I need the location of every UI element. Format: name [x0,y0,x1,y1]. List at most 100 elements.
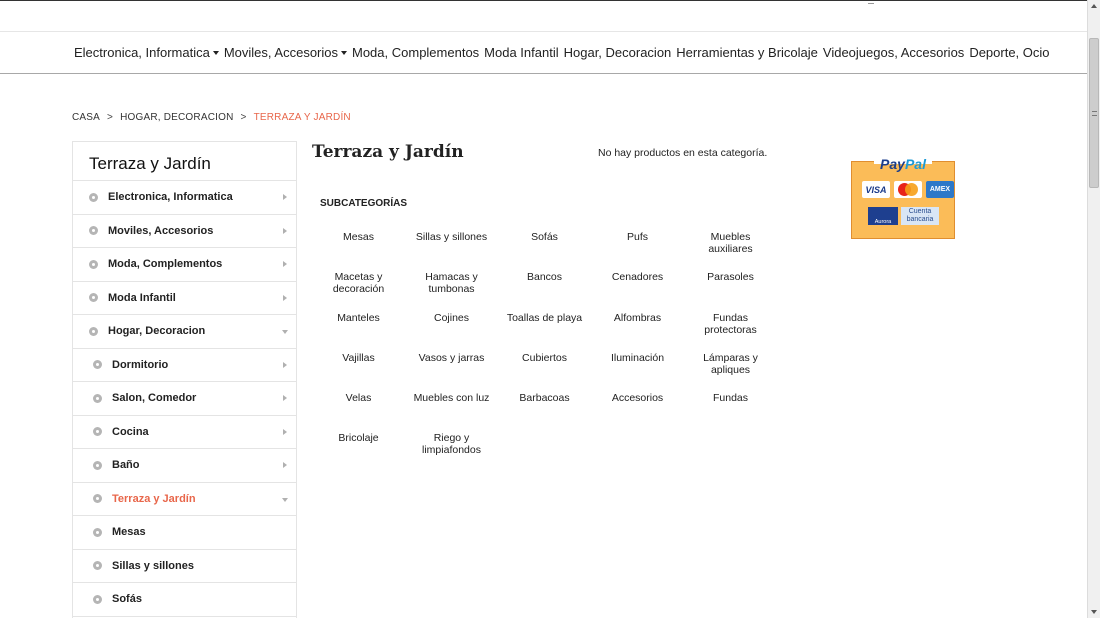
breadcrumb-parent[interactable]: HOGAR, DECORACION [120,112,233,123]
sidebar-item[interactable]: Sillas y sillones [73,550,296,583]
subcategory-link[interactable]: Sofás [498,231,591,271]
chevron-right-icon[interactable] [283,227,287,234]
subcategory-link[interactable]: Iluminación [591,352,684,392]
sidebar-item-label: Mesas [112,526,146,539]
breadcrumb: CASA > HOGAR, DECORACION > TERRAZA Y JAR… [72,112,351,123]
subcategory-link[interactable]: Manteles [312,312,405,352]
subcategory-link[interactable]: Mesas [312,231,405,271]
paypal-logo-pal: Pal [904,156,926,172]
subcategory-link[interactable]: Muebles auxiliares [684,231,777,271]
gear-icon [89,192,98,202]
subcategory-link[interactable]: Cojines [405,312,498,352]
subcategory-link[interactable]: Lámparas y apliques [684,352,777,392]
subcategory-link[interactable]: Pufs [591,231,684,271]
sidebar-list: Electronica, Informatica Moviles, Accesor… [73,181,296,617]
subcategory-link[interactable]: Barbacoas [498,392,591,432]
caret-down-icon [341,50,347,55]
subcategory-link[interactable]: Parasoles [684,271,777,311]
gear-icon [89,293,98,303]
breadcrumb-current: TERRAZA Y JARDÍN [253,112,351,123]
chevron-right-icon[interactable] [283,361,287,368]
scroll-down-icon[interactable] [1091,610,1097,614]
sidebar-item-label: Cocina [112,425,149,438]
sidebar-item[interactable]: Electronica, Informatica [73,181,296,215]
sidebar-item-label: Moda Infantil [108,291,176,304]
subcategory-link[interactable]: Bancos [498,271,591,311]
main-nav: Electronica, Informatica Moviles, Accesor… [0,32,1087,74]
empty-message: No hay productos en esta categoría. [598,147,768,159]
subcategory-link[interactable]: Riego y limpiafondos [405,432,498,472]
chevron-right-icon[interactable] [283,395,287,402]
subcategory-link[interactable]: Toallas de playa [498,312,591,352]
subcategory-link[interactable]: Cenadores [591,271,684,311]
top-strip-mark [868,1,874,4]
scroll-grip-icon [1092,111,1097,116]
subcategory-link[interactable]: Velas [312,392,405,432]
subcategory-link[interactable]: Vasos y jarras [405,352,498,392]
chevron-down-icon[interactable] [282,497,288,502]
subcategory-link[interactable]: Bricolaje [312,432,405,472]
sidebar-item[interactable]: Hogar, Decoracion [73,315,296,349]
subcategory-link[interactable]: Alfombras [591,312,684,352]
gear-icon [93,594,102,604]
sidebar-item[interactable]: Terraza y Jardín [73,483,296,516]
nav-item[interactable]: Videojuegos, Accesorios [823,45,964,60]
mastercard-icon [894,181,922,198]
subcategory-link[interactable]: Sillas y sillones [405,231,498,271]
sidebar-item[interactable]: Dormitorio [73,349,296,382]
gear-icon [89,226,98,236]
bank-logos: Aurora Cuenta bancaria [868,207,939,225]
nav-item-label: Deporte, Ocio [969,45,1050,60]
nav-item[interactable]: Herramientas y Bricolaje [676,45,818,60]
sidebar-item[interactable]: Sofás [73,583,296,617]
nav-item[interactable]: Electronica, Informatica [74,45,219,60]
nav-item[interactable]: Deporte, Ocio [969,45,1049,60]
gear-icon [93,561,102,571]
nav-item[interactable]: Moda, Complementos [352,45,479,60]
page-scrollbar[interactable] [1087,0,1100,618]
nav-item-label: Videojuegos, Accesorios [822,45,965,60]
sidebar-item[interactable]: Cocina [73,416,296,449]
nav-item-label: Herramientas y Bricolaje [676,45,818,60]
card-logos: VISA AMEX [862,181,954,198]
nav-item-label: Hogar, Decoracion [563,45,672,60]
sidebar-item-label: Terraza y Jardín [112,492,196,505]
subcategory-link[interactable]: Cubiertos [498,352,591,392]
scroll-up-icon[interactable] [1091,4,1097,8]
chevron-right-icon[interactable] [283,294,287,301]
subcategory-link[interactable]: Macetas y decoración [312,271,405,311]
sidebar-item-label: Moviles, Accesorios [108,224,214,237]
breadcrumb-separator: > [107,112,114,123]
sidebar-item[interactable]: Baño [73,449,296,483]
chevron-down-icon[interactable] [282,330,288,335]
paypal-badge[interactable]: PayPal VISA AMEX Aurora Cuenta bancaria [851,156,955,239]
sidebar-item[interactable]: Salon, Comedor [73,382,296,416]
sidebar-item[interactable]: Moviles, Accesorios [73,215,296,248]
subcategory-link[interactable]: Vajillas [312,352,405,392]
breadcrumb-home[interactable]: CASA [72,112,100,123]
chevron-right-icon[interactable] [283,261,287,268]
caret-down-icon [212,50,219,55]
subcategory-link[interactable]: Hamacas y tumbonas [405,271,498,311]
sidebar-item[interactable]: Mesas [73,516,296,550]
sidebar-item[interactable]: Moda, Complementos [73,248,296,282]
subcategory-link[interactable]: Accesorios [591,392,684,432]
subcategory-grid: Mesas Sillas y sillones Sofás Pufs Muebles a… [312,231,778,473]
sidebar-item[interactable]: Moda Infantil [73,282,296,315]
mastercard-orange-circle [905,183,918,196]
scroll-thumb[interactable] [1089,38,1099,188]
nav-item[interactable]: Moda Infantil [484,45,558,60]
chevron-right-icon[interactable] [283,462,287,469]
chevron-right-icon[interactable] [283,428,287,435]
nav-item[interactable]: Hogar, Decoracion [564,45,672,60]
nav-item[interactable]: Moviles, Accesorios [224,45,347,60]
breadcrumb-separator: > [240,112,247,123]
sidebar-title: Terraza y Jardín [73,142,296,181]
subcategory-link[interactable]: Fundas protectoras [684,312,777,352]
sidebar-item-label: Moda, Complementos [108,258,223,271]
subcategory-link[interactable]: Muebles con luz [405,392,498,432]
gear-icon [89,326,98,336]
chevron-right-icon[interactable] [283,194,287,201]
subcategory-link[interactable]: Fundas [684,392,777,432]
aurora-icon: Aurora [868,207,898,225]
